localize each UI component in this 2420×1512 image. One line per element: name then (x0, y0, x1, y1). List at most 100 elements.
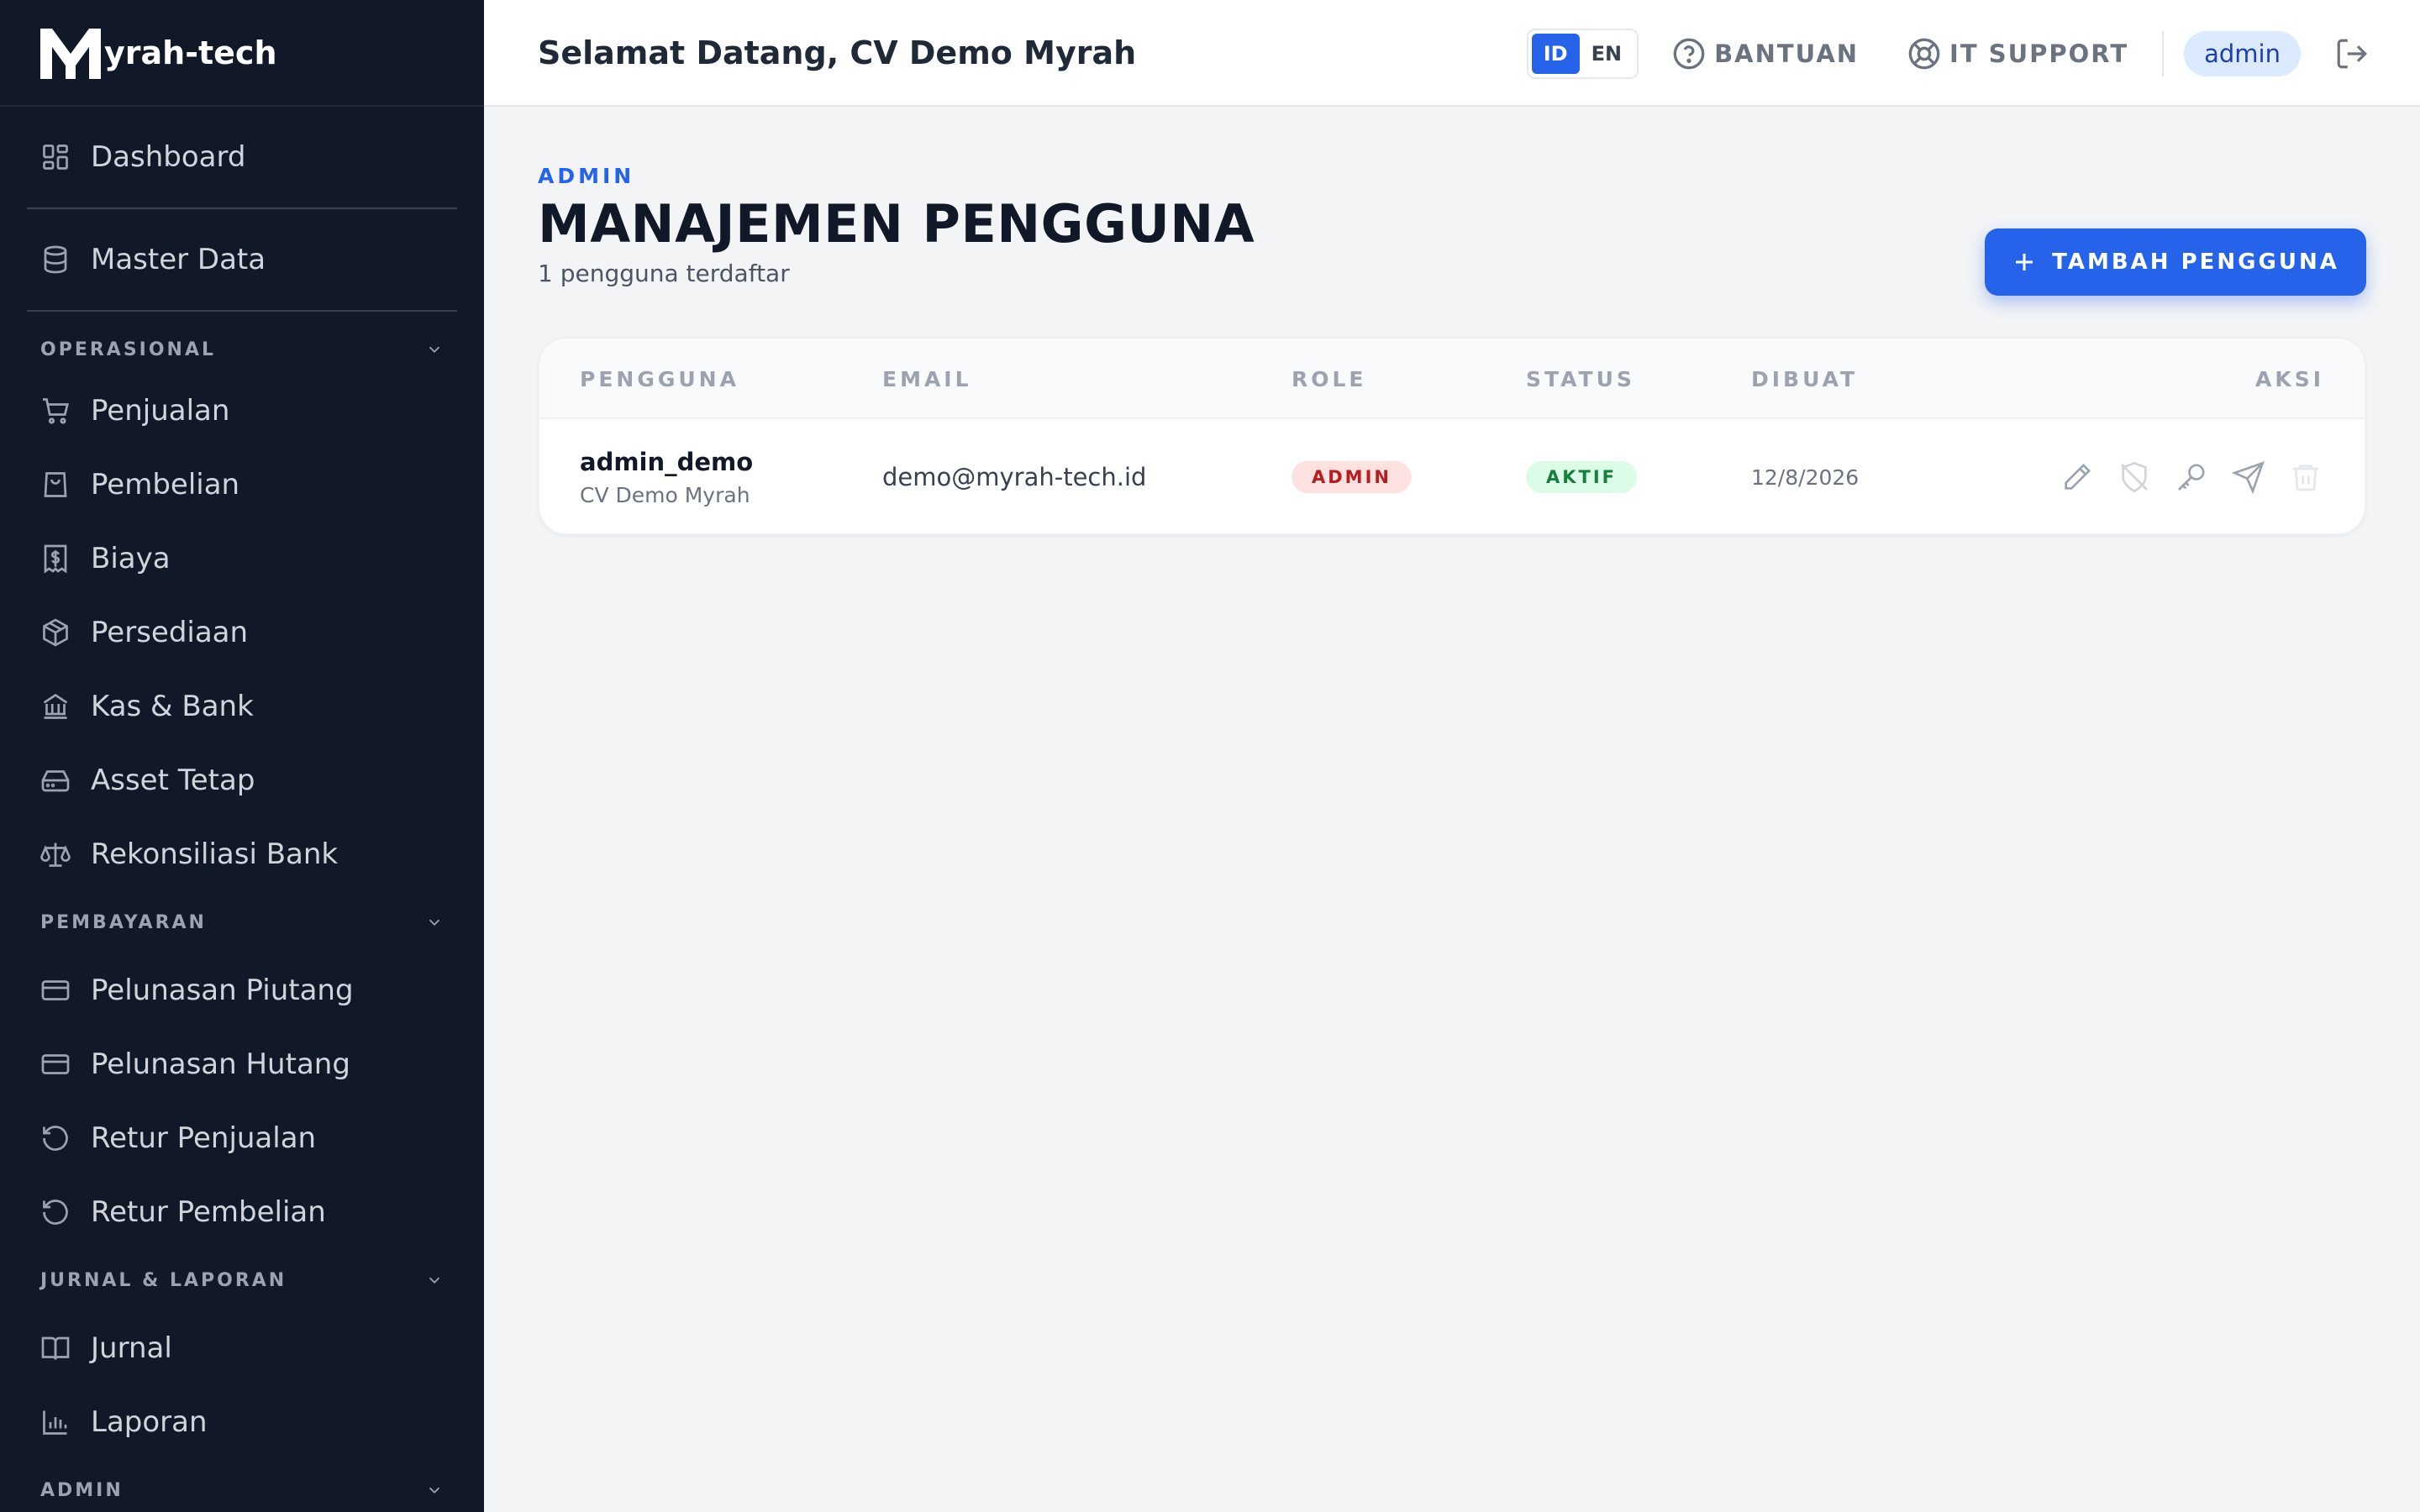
brand-name: yrah-tech (104, 34, 277, 71)
divider (2162, 30, 2165, 76)
edit-icon[interactable] (2060, 460, 2094, 494)
lang-option-en[interactable]: EN (1580, 34, 1634, 74)
sidebar-item-retur-pembelian[interactable]: Retur Pembelian (27, 1175, 457, 1249)
created-cell: 12/8/2026 (1751, 419, 1860, 533)
logout-icon[interactable] (2334, 36, 2370, 71)
user-company: CV Demo Myrah (580, 482, 750, 507)
role-cell: ADMIN (1292, 419, 1412, 533)
username: admin_demo (580, 447, 754, 476)
help-link[interactable]: BANTUAN (1672, 37, 1859, 71)
sidebar-item-label: Dashboard (91, 140, 246, 174)
users-table: PENGGUNA EMAIL ROLE STATUS DIBUAT AKSI a… (538, 337, 2366, 535)
sidebar-item-kas-bank[interactable]: Kas & Bank (27, 669, 457, 743)
send-icon[interactable] (2232, 460, 2265, 494)
section-title: JURNAL & LAPORAN (40, 1269, 287, 1291)
status-badge: AKTIF (1526, 461, 1638, 493)
dashboard-icon (40, 142, 71, 172)
section-title: ADMIN (40, 1479, 124, 1501)
lang-option-id[interactable]: ID (1531, 33, 1580, 74)
sidebar-item-label: Pelunasan Piutang (91, 974, 354, 1007)
main-content: ADMIN MANAJEMEN PENGGUNA 1 pengguna terd… (538, 107, 2366, 535)
section-jurnal-laporan[interactable]: JURNAL & LAPORAN (27, 1256, 457, 1305)
col-header-created: DIBUAT (1751, 366, 1859, 391)
col-header-user: PENGGUNA (580, 366, 739, 391)
sidebar-item-pembelian[interactable]: Pembelian (27, 448, 457, 522)
bank-icon (40, 691, 71, 722)
sidebar-item-label: Laporan (91, 1405, 208, 1439)
shopping-bag-icon (40, 470, 71, 500)
col-header-status: STATUS (1526, 366, 1635, 391)
divider (27, 310, 457, 312)
language-switcher: ID EN (1526, 28, 1639, 79)
created-date: 12/8/2026 (1751, 465, 1860, 490)
add-user-button[interactable]: TAMBAH PENGGUNA (1985, 228, 2366, 296)
trash-icon[interactable] (2289, 460, 2323, 494)
sidebar-item-asset-tetap[interactable]: Asset Tetap (27, 743, 457, 817)
sidebar-item-pelunasan-hutang[interactable]: Pelunasan Hutang (27, 1027, 457, 1101)
deactivate-icon[interactable] (2118, 460, 2151, 494)
chevron-down-icon (425, 340, 444, 359)
email-cell: demo@myrah-tech.id (882, 419, 1147, 533)
rotate-ccw-icon (40, 1197, 71, 1227)
help-circle-icon (1672, 37, 1706, 71)
section-pembayaran[interactable]: PEMBAYARAN (27, 898, 457, 947)
section-admin[interactable]: ADMIN (27, 1466, 457, 1512)
user-badge[interactable]: admin (2184, 30, 2301, 76)
logo-mark-icon (39, 25, 103, 81)
life-buoy-icon (1907, 37, 1941, 71)
sidebar-item-label: Pembelian (91, 468, 240, 501)
sidebar-item-master-data[interactable]: Master Data (27, 223, 457, 297)
brand-logo[interactable]: yrah-tech (0, 0, 484, 107)
rotate-ccw-icon (40, 1123, 71, 1153)
breadcrumb: ADMIN (538, 164, 635, 188)
sidebar-item-biaya[interactable]: Biaya (27, 522, 457, 596)
section-operasional[interactable]: OPERASIONAL (27, 325, 457, 374)
receipt-icon (40, 543, 71, 574)
sidebar-item-label: Kas & Bank (91, 690, 254, 723)
sidebar-item-label: Master Data (91, 243, 266, 276)
package-icon (40, 617, 71, 648)
sidebar-item-jurnal[interactable]: Jurnal (27, 1311, 457, 1385)
sidebar-item-rekonsiliasi-bank[interactable]: Rekonsiliasi Bank (27, 817, 457, 891)
user-email: demo@myrah-tech.id (882, 463, 1147, 491)
status-cell: AKTIF (1526, 419, 1638, 533)
credit-card-icon (40, 975, 71, 1005)
bar-chart-icon (40, 1407, 71, 1437)
sidebar-item-label: Retur Pembelian (91, 1195, 326, 1229)
col-header-role: ROLE (1292, 366, 1367, 391)
sidebar-item-label: Rekonsiliasi Bank (91, 837, 339, 871)
sidebar-item-label: Biaya (91, 542, 171, 575)
section-title: OPERASIONAL (40, 339, 217, 360)
divider (27, 207, 457, 209)
sidebar-item-label: Jurnal (91, 1331, 172, 1365)
key-icon[interactable] (2175, 460, 2208, 494)
it-support-link[interactable]: IT SUPPORT (1907, 37, 2128, 71)
sidebar-item-label: Persediaan (91, 616, 249, 649)
chevron-down-icon (425, 913, 444, 932)
sidebar-item-dashboard[interactable]: Dashboard (27, 120, 457, 194)
sidebar-item-persediaan[interactable]: Persediaan (27, 596, 457, 669)
sidebar-item-retur-penjualan[interactable]: Retur Penjualan (27, 1101, 457, 1175)
table-header: PENGGUNA EMAIL ROLE STATUS DIBUAT AKSI (539, 339, 2365, 419)
cart-icon (40, 396, 71, 426)
credit-card-icon (40, 1049, 71, 1079)
top-bar: Selamat Datang, CV Demo Myrah ID EN BANT… (484, 0, 2420, 107)
table-row: admin_demo CV Demo Myrah demo@myrah-tech… (539, 419, 2365, 533)
col-header-email: EMAIL (882, 366, 972, 391)
sidebar-item-pelunasan-piutang[interactable]: Pelunasan Piutang (27, 953, 457, 1027)
sidebar-item-label: Retur Penjualan (91, 1121, 317, 1155)
welcome-text: Selamat Datang, CV Demo Myrah (538, 34, 1137, 71)
chevron-down-icon (425, 1271, 444, 1289)
sidebar-item-label: Asset Tetap (91, 764, 255, 797)
scale-icon (40, 839, 71, 869)
sidebar-item-penjualan[interactable]: Penjualan (27, 374, 457, 448)
sidebar-item-laporan[interactable]: Laporan (27, 1385, 457, 1459)
help-label: BANTUAN (1714, 39, 1860, 68)
add-user-label: TAMBAH PENGGUNA (2052, 249, 2339, 275)
it-support-label: IT SUPPORT (1949, 39, 2129, 68)
sidebar-item-label: Penjualan (91, 394, 230, 428)
plus-icon (2012, 249, 2037, 275)
chevron-down-icon (425, 1481, 444, 1499)
col-header-actions: AKSI (2254, 366, 2324, 391)
section-title: PEMBAYARAN (40, 911, 207, 933)
